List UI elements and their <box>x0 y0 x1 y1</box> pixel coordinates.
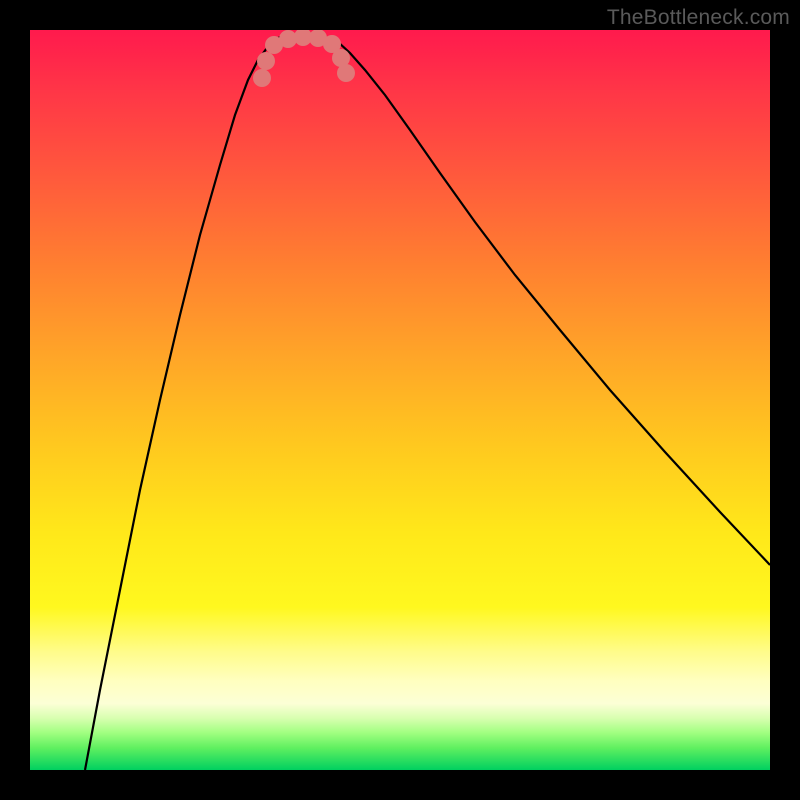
marker-dot <box>257 52 275 70</box>
left-curve-path <box>85 37 280 770</box>
right-curve-path <box>330 37 770 565</box>
watermark-text: TheBottleneck.com <box>607 6 790 30</box>
marker-dot <box>337 64 355 82</box>
marker-dot <box>253 69 271 87</box>
curve-overlay <box>30 30 770 770</box>
bottom-markers <box>253 30 355 87</box>
